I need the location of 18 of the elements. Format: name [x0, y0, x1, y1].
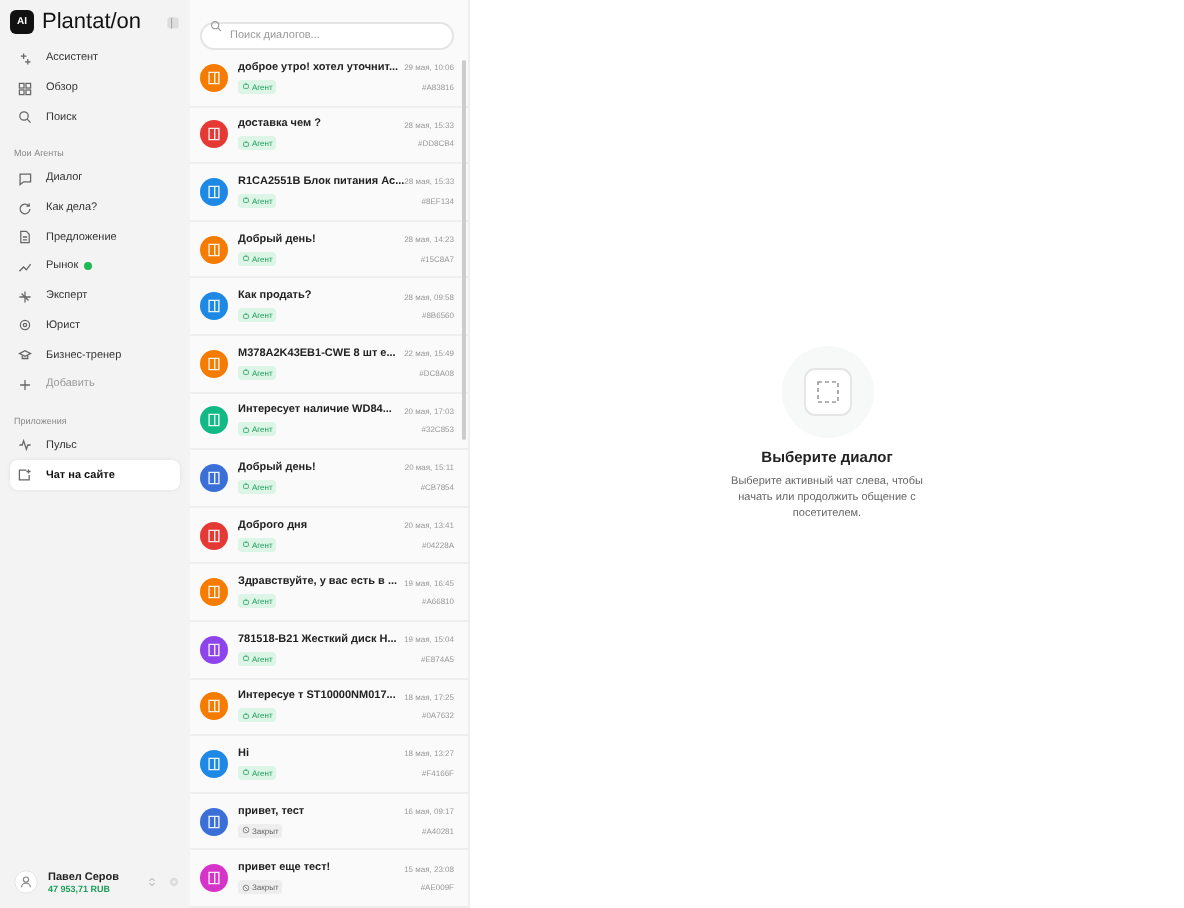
chat-icon	[18, 171, 32, 186]
chatbox-icon	[18, 468, 32, 483]
chevron-updown-icon[interactable]	[146, 876, 158, 888]
scrollbar[interactable]	[462, 60, 466, 440]
avatar-icon	[14, 870, 38, 894]
pulse-icon	[18, 438, 32, 453]
sidebar-toggle-icon[interactable]	[166, 15, 180, 29]
refresh-icon	[18, 201, 32, 216]
search-icon	[18, 110, 32, 125]
select-frame-icon	[803, 367, 851, 416]
star-icon	[18, 289, 32, 304]
grid-icon	[18, 81, 32, 96]
doc-icon	[18, 230, 32, 245]
search-icon	[210, 20, 222, 32]
cap-icon	[18, 348, 32, 363]
trend-icon	[18, 259, 32, 274]
brand-name: Plantat/on	[42, 10, 144, 34]
plus-icon	[18, 377, 32, 392]
